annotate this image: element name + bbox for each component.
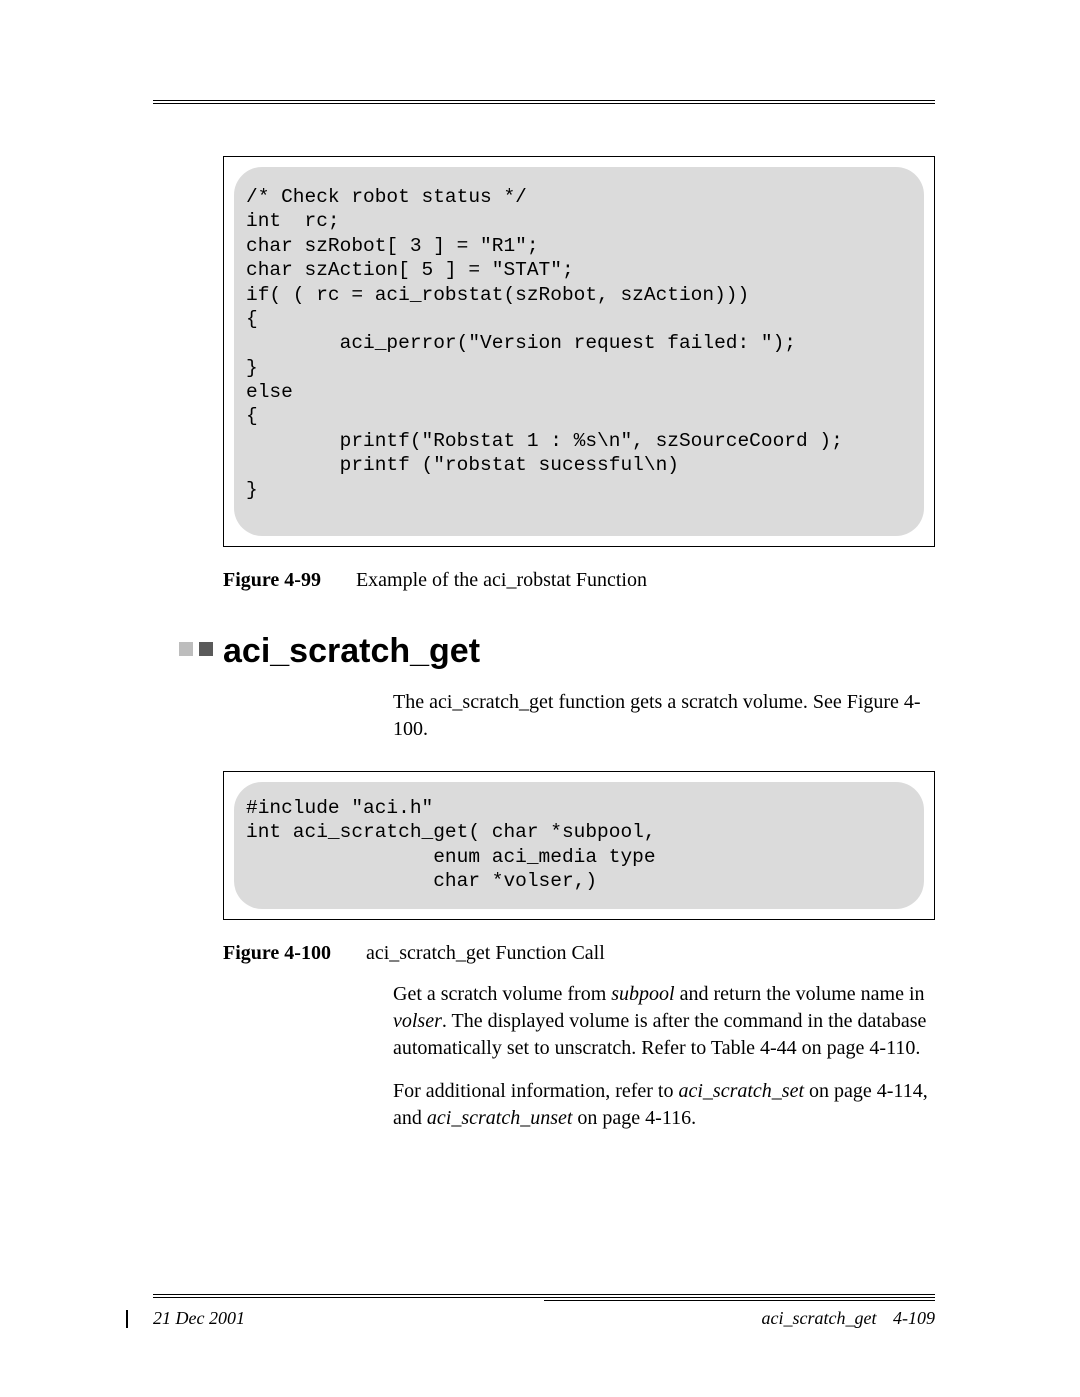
figure-99-text: Example of the aci_robstat Function <box>356 569 647 591</box>
content-column: /* Check robot status */ int rc; char sz… <box>153 100 935 1132</box>
figure-100-caption: Figure 4-100 aci_scratch_get Function Ca… <box>223 942 935 965</box>
code-box-2-inner: #include "aci.h" int aci_scratch_get( ch… <box>234 782 924 910</box>
heading-bullet-light <box>179 642 193 656</box>
code-box-1-outer: /* Check robot status */ int rc; char sz… <box>223 156 935 547</box>
intro-text-c: . <box>423 718 428 740</box>
figure-100-label: Figure 4-100 <box>223 942 331 964</box>
body-p1-a: Get a scratch volume from <box>393 983 611 1005</box>
body-p1-subpool: subpool <box>611 983 674 1005</box>
top-double-rule <box>153 100 935 104</box>
footer-page-number: 4-109 <box>893 1308 935 1328</box>
body-p1-d: Table 4-44 on page 4-110. <box>711 1037 920 1059</box>
intro-text-a: The aci_scratch_get function gets a scra… <box>393 691 847 713</box>
footer-date: 21 Dec 2001 <box>153 1308 245 1329</box>
change-bar <box>126 1310 128 1328</box>
footer-rule <box>153 1294 935 1302</box>
footer-line: 21 Dec 2001 aci_scratch_get 4-109 <box>153 1308 935 1329</box>
section-heading: aci_scratch_get <box>153 632 935 671</box>
body-p2-set: aci_scratch_set <box>678 1080 804 1102</box>
footer: 21 Dec 2001 aci_scratch_get 4-109 <box>153 1274 935 1329</box>
section-title: aci_scratch_get <box>223 632 935 671</box>
body-p2-a: For additional information, refer to <box>393 1080 678 1102</box>
figure-99-caption: Figure 4-99 Example of the aci_robstat F… <box>223 569 935 592</box>
figure-100-text: aci_scratch_get Function Call <box>366 942 605 964</box>
figure-99-label: Figure 4-99 <box>223 569 321 591</box>
footer-right: aci_scratch_get 4-109 <box>762 1308 935 1329</box>
heading-bullet-decor <box>179 642 213 656</box>
code-box-2-outer: #include "aci.h" int aci_scratch_get( ch… <box>223 771 935 921</box>
body-paragraph-2: For additional information, refer to aci… <box>393 1078 935 1132</box>
code-block-1: /* Check robot status */ int rc; char sz… <box>246 185 912 502</box>
code-block-2: #include "aci.h" int aci_scratch_get( ch… <box>246 796 912 894</box>
heading-bullet-dark <box>199 642 213 656</box>
body-paragraph-1: Get a scratch volume from subpool and re… <box>393 981 935 1062</box>
body-p2-c: on page 4-116. <box>572 1107 696 1129</box>
body-p1-b: and return the volume name in <box>675 983 925 1005</box>
code-box-1-inner: /* Check robot status */ int rc; char sz… <box>234 167 924 536</box>
footer-section: aci_scratch_get <box>762 1308 877 1328</box>
intro-paragraph: The aci_scratch_get function gets a scra… <box>393 689 935 743</box>
body-p1-volser: volser <box>393 1010 442 1032</box>
body-p2-unset: aci_scratch_unset <box>427 1107 573 1129</box>
